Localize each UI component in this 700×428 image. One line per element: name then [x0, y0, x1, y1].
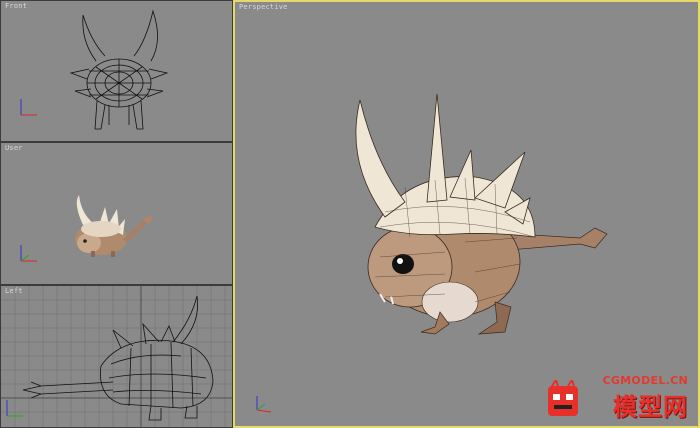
axis-gizmo-front	[20, 99, 37, 116]
perspective-shaded-model	[355, 93, 608, 335]
axis-gizmo-left	[6, 400, 23, 417]
viewport-front[interactable]: Front	[0, 0, 233, 142]
viewport-left[interactable]: Left	[0, 285, 233, 428]
viewport-perspective[interactable]: Perspective CGMODEL.CN 模型网	[233, 0, 700, 428]
front-wireframe-model	[69, 9, 169, 130]
axis-gizmo-perspective	[256, 396, 272, 413]
left-grid-and-wireframe	[1, 286, 232, 427]
axis-gizmo-user	[20, 245, 37, 262]
viewport-user[interactable]: User	[0, 142, 233, 285]
viewport-layout: Front User Left Perspective CGMODEL.CN 模…	[0, 0, 700, 428]
watermark-url: CGMODEL.CN	[602, 374, 688, 387]
watermark-title: 模型网	[613, 393, 688, 421]
cgmodel-logo-icon	[548, 380, 578, 416]
watermark: CGMODEL.CN 模型网	[542, 374, 692, 422]
